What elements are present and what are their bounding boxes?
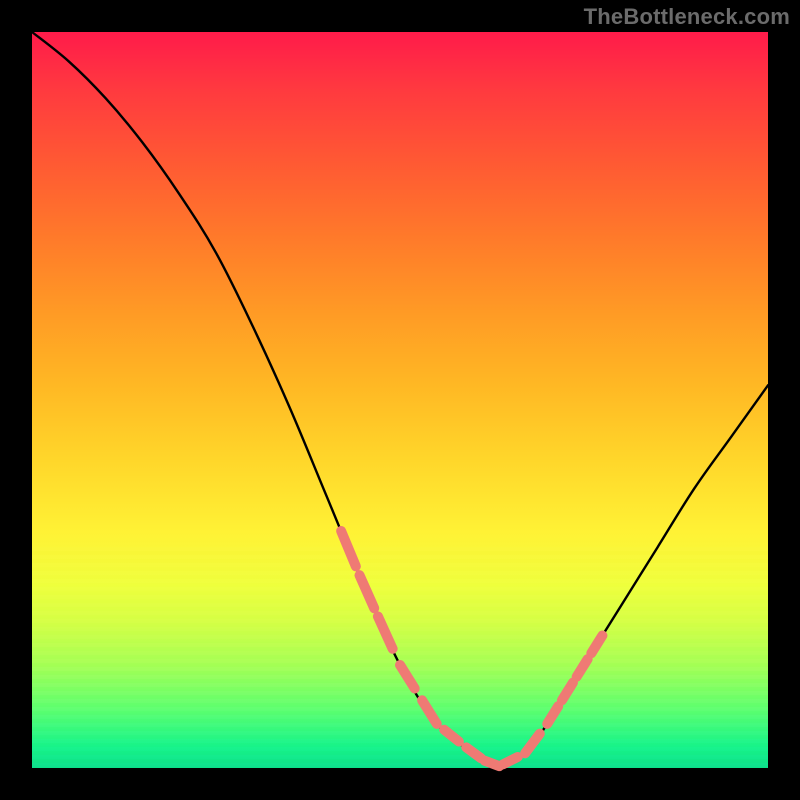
curve-line: [32, 32, 768, 768]
marker-dash: [577, 659, 588, 677]
marker-dash: [422, 700, 437, 724]
marker-dashes: [341, 531, 602, 766]
marker-dash: [341, 531, 356, 566]
marker-dash: [400, 665, 415, 689]
marker-dash: [444, 730, 459, 742]
marker-dash: [591, 636, 602, 654]
marker-dash: [503, 757, 518, 764]
marker-dash: [378, 616, 393, 648]
watermark-text: TheBottleneck.com: [584, 4, 790, 30]
marker-dash: [547, 706, 558, 724]
chart-svg: [32, 32, 768, 768]
marker-dash: [485, 761, 500, 767]
chart-frame: TheBottleneck.com: [0, 0, 800, 800]
marker-dash: [562, 683, 573, 701]
marker-dash: [466, 747, 481, 758]
marker-dash: [360, 575, 375, 608]
marker-dash: [525, 734, 540, 754]
